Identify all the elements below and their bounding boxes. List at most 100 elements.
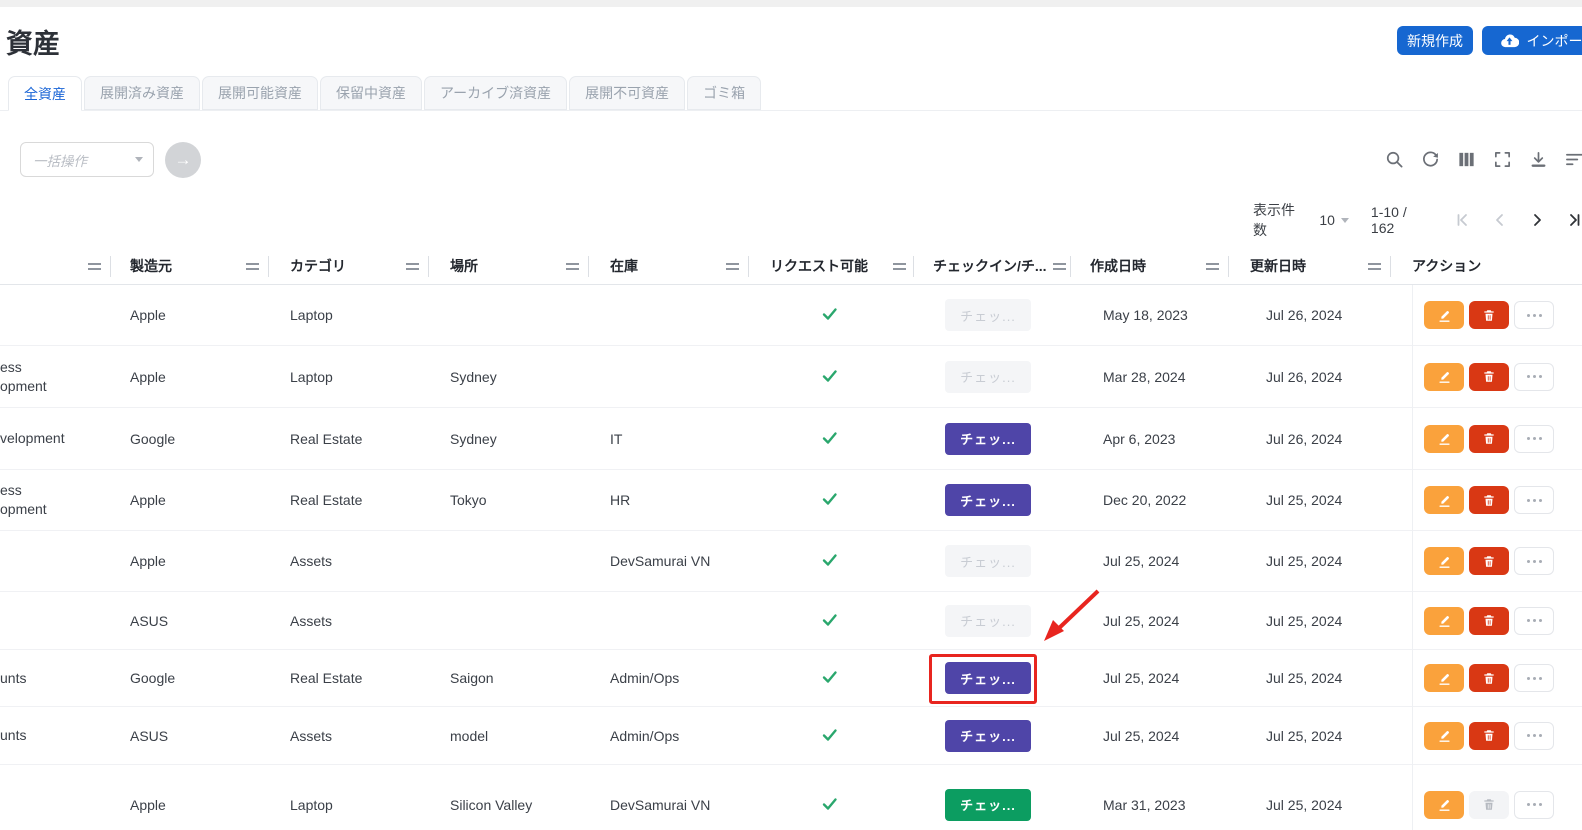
trash-icon: [1482, 369, 1496, 384]
delete-button[interactable]: [1469, 607, 1509, 635]
checkin-button[interactable]: チェッ...: [945, 299, 1031, 331]
first-page-icon[interactable]: [1455, 212, 1471, 228]
filter-icon[interactable]: [1564, 149, 1582, 169]
page-size-select[interactable]: 10: [1319, 212, 1349, 228]
last-page-icon[interactable]: [1566, 212, 1582, 228]
checkin-button[interactable]: チェッ...: [945, 789, 1031, 821]
tab-bar: 全資産 展開済み資産 展開可能資産 保留中資産 アーカイブ済資産 展開不可資産 …: [8, 76, 761, 111]
column-menu-icon[interactable]: [1206, 263, 1219, 270]
delete-button[interactable]: [1469, 664, 1509, 692]
edit-button[interactable]: [1424, 607, 1464, 635]
checkin-button[interactable]: チェッ...: [945, 662, 1031, 694]
checkin-button[interactable]: チェッ...: [945, 484, 1031, 516]
cell-created-text: Mar 31, 2023: [1103, 797, 1186, 813]
previous-page-icon[interactable]: [1492, 212, 1508, 228]
tab-all-assets[interactable]: 全資産: [8, 76, 82, 111]
asset-name-fragment: opment: [0, 500, 47, 519]
cell-location: model: [450, 707, 600, 764]
edit-button[interactable]: [1424, 486, 1464, 514]
checkin-button-label: チェッ...: [960, 726, 1016, 745]
arrow-right-icon: →: [175, 150, 192, 170]
trash-icon: [1482, 431, 1496, 446]
checkin-button[interactable]: チェッ...: [945, 361, 1031, 393]
delete-button[interactable]: [1469, 486, 1509, 514]
delete-button[interactable]: [1469, 791, 1509, 819]
cell-checkin: チェッ...: [908, 765, 1068, 830]
delete-button[interactable]: [1469, 722, 1509, 750]
more-actions-button[interactable]: [1514, 547, 1554, 575]
column-header-requestable: リクエスト可能: [770, 248, 868, 284]
checkin-button[interactable]: チェッ...: [945, 605, 1031, 637]
tab-trash[interactable]: ゴミ箱: [687, 76, 761, 110]
column-menu-icon[interactable]: [566, 263, 579, 270]
more-actions-button[interactable]: [1514, 301, 1554, 329]
import-button[interactable]: インポー: [1482, 26, 1582, 55]
download-icon[interactable]: [1528, 149, 1548, 169]
checkin-button[interactable]: チェッ...: [945, 545, 1031, 577]
tab-deployable-assets[interactable]: 展開可能資産: [202, 76, 318, 110]
cell-manufacturer: Apple: [130, 765, 260, 830]
requestable-check-icon: [820, 725, 839, 747]
cell-actions: [1424, 346, 1582, 407]
more-actions-button[interactable]: [1514, 425, 1554, 453]
column-separator: [748, 256, 749, 277]
more-actions-button[interactable]: [1514, 363, 1554, 391]
cell-manufacturer: Apple: [130, 285, 260, 345]
column-menu-icon[interactable]: [1368, 263, 1381, 270]
cell-requestable: [750, 285, 908, 345]
more-actions-button[interactable]: [1514, 607, 1554, 635]
cell-category: Laptop: [290, 346, 430, 407]
checkin-button[interactable]: チェッ...: [945, 720, 1031, 752]
column-menu-icon[interactable]: [1053, 263, 1066, 270]
table-row: untsASUSAssetsmodelAdmin/OpsJul 25, 2024…: [0, 707, 1582, 765]
column-header-manufacturer: 製造元: [130, 248, 172, 284]
edit-button[interactable]: [1424, 791, 1464, 819]
column-menu-icon[interactable]: [246, 263, 259, 270]
cell-created-text: Jul 25, 2024: [1103, 670, 1179, 686]
edit-button[interactable]: [1424, 363, 1464, 391]
chevron-down-icon: [135, 157, 143, 162]
bulk-action-select[interactable]: 一括操作: [20, 142, 154, 177]
column-menu-icon[interactable]: [406, 263, 419, 270]
tab-archived-assets[interactable]: アーカイブ済資産: [424, 76, 567, 110]
checkin-button[interactable]: チェッ...: [945, 423, 1031, 455]
edit-button[interactable]: [1424, 301, 1464, 329]
asset-name-fragment: ess: [0, 481, 22, 500]
cell-manufacturer-text: Apple: [130, 797, 166, 813]
more-actions-button[interactable]: [1514, 791, 1554, 819]
column-menu-icon[interactable]: [88, 263, 101, 270]
edit-button[interactable]: [1424, 547, 1464, 575]
edit-button[interactable]: [1424, 722, 1464, 750]
cell-asset-name: essopment: [0, 346, 108, 407]
cell-stock: Admin/Ops: [610, 650, 750, 706]
cell-category: Real Estate: [290, 650, 430, 706]
cell-actions: [1424, 408, 1582, 469]
cell-category-text: Assets: [290, 613, 332, 629]
column-menu-icon[interactable]: [893, 263, 906, 270]
cell-updated: Jul 26, 2024: [1266, 285, 1391, 345]
column-separator: [1390, 256, 1391, 277]
edit-button[interactable]: [1424, 664, 1464, 692]
pagination-nav: [1455, 212, 1582, 228]
tab-deployed-assets[interactable]: 展開済み資産: [84, 76, 200, 110]
columns-icon[interactable]: [1456, 149, 1476, 169]
delete-button[interactable]: [1469, 301, 1509, 329]
create-new-button[interactable]: 新規作成: [1397, 26, 1473, 55]
delete-button[interactable]: [1469, 547, 1509, 575]
more-actions-button[interactable]: [1514, 486, 1554, 514]
tab-undeployable-assets[interactable]: 展開不可資産: [569, 76, 685, 110]
next-page-icon[interactable]: [1529, 212, 1545, 228]
fullscreen-icon[interactable]: [1492, 149, 1512, 169]
more-actions-button[interactable]: [1514, 664, 1554, 692]
refresh-icon[interactable]: [1420, 149, 1440, 169]
column-menu-icon[interactable]: [726, 263, 739, 270]
edit-button[interactable]: [1424, 425, 1464, 453]
more-actions-button[interactable]: [1514, 722, 1554, 750]
bulk-apply-button[interactable]: →: [165, 142, 201, 178]
cell-manufacturer: Google: [130, 650, 260, 706]
delete-button[interactable]: [1469, 363, 1509, 391]
cell-category-text: Real Estate: [290, 670, 362, 686]
tab-pending-assets[interactable]: 保留中資産: [320, 76, 422, 110]
search-icon[interactable]: [1384, 149, 1404, 169]
delete-button[interactable]: [1469, 425, 1509, 453]
